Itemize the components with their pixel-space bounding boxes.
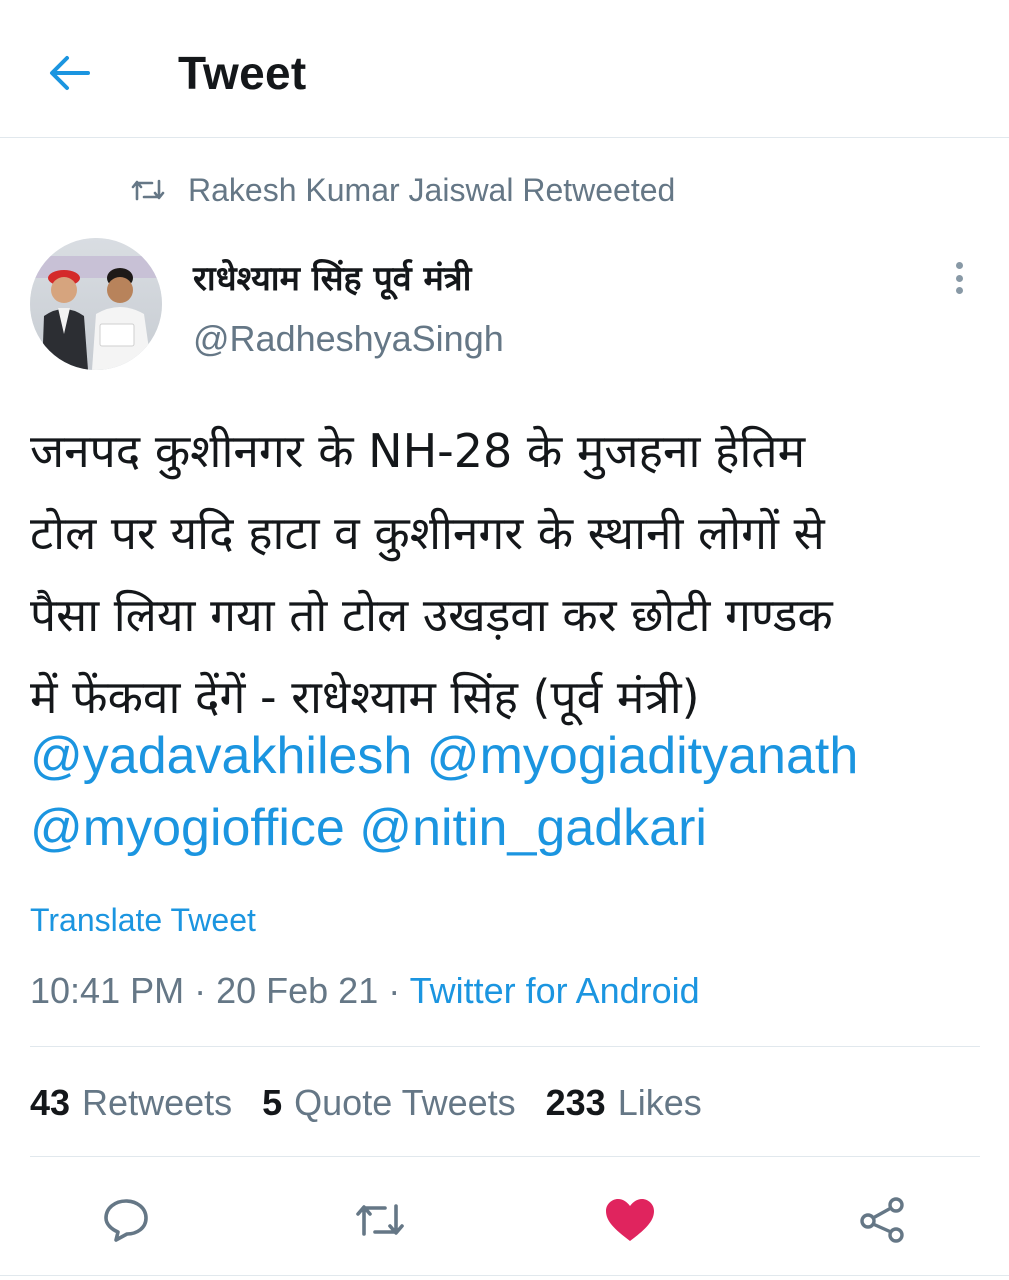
page-title: Tweet [178,47,307,99]
tweet-action-bar [0,1180,1009,1260]
mention-link[interactable]: @yadavakhilesh [30,727,412,785]
meta-separator: · [184,970,217,1011]
avatar[interactable] [30,238,162,370]
quote-tweets-label: Quote Tweets [294,1082,516,1123]
retweeted-by[interactable]: Rakesh Kumar Jaiswal Retweeted [130,170,675,210]
tweet-text-line: पैसा लिया गया तो टोल उखड़वा कर छोटी गण्ड… [30,588,833,642]
top-app-bar: Tweet [0,0,1009,138]
heart-icon [606,1199,654,1241]
tweet-text-line: जनपद कुशीनगर के NH-28 के मुजहना हेतिम [30,424,806,478]
retweeted-by-text: Rakesh Kumar Jaiswal Retweeted [188,171,676,208]
author-name[interactable]: राधेश्याम सिंह पूर्व मंत्री [193,254,471,300]
tweet-text-line: टोल पर यदि हाटा व कुशीनगर के स्थानी लोगो… [30,506,825,560]
retweet-button[interactable] [350,1190,410,1250]
retweets-count: 43 [30,1082,71,1123]
more-vertical-icon [955,262,963,269]
likes-stat[interactable]: 233 Likes [546,1082,702,1124]
translate-tweet-link[interactable]: Translate Tweet [30,902,256,939]
like-button[interactable] [600,1190,660,1250]
more-vertical-icon-dot [955,287,963,294]
tweet-mentions: @yadavakhilesh @myogiadityanath @myogiof… [30,720,980,864]
avatar-photo [30,238,162,370]
tweet-meta: 10:41 PM · 20 Feb 21 · Twitter for Andro… [30,970,700,1012]
retweets-label: Retweets [82,1082,233,1123]
likes-label: Likes [617,1082,702,1123]
retweets-stat[interactable]: 43 Retweets [30,1082,232,1124]
quote-tweets-count: 5 [262,1082,283,1123]
share-button[interactable] [852,1190,912,1250]
retweet-icon [131,179,165,201]
more-vertical-icon-dot [955,274,963,282]
tweet-text: जनपद कुशीनगर के NH-28 के मुजहना हेतिम टो… [30,410,980,738]
mention-link[interactable]: @myogioffice [30,799,345,857]
back-button[interactable] [44,50,94,96]
author-handle[interactable]: @RadheshyaSingh [193,318,504,360]
arrow-left-icon [50,56,90,90]
likes-count: 233 [545,1082,606,1123]
quote-tweets-stat[interactable]: 5 Quote Tweets [262,1082,516,1124]
tweet-time: 10:41 PM [30,970,185,1011]
share-icon [860,1197,904,1243]
mention-link[interactable]: @myogiadityanath [427,727,858,785]
divider [0,1275,1009,1276]
divider [30,1156,980,1157]
more-options-button[interactable] [942,258,976,298]
retweet-icon [356,1204,404,1236]
reply-icon [104,1199,148,1242]
mention-link[interactable]: @nitin_gadkari [359,799,707,857]
tweet-stats: 43 Retweets 5 Quote Tweets 233 Likes [30,1082,702,1124]
divider [30,1046,980,1047]
reply-button[interactable] [96,1190,156,1250]
tweet-date: 20 Feb 21 [216,970,379,1011]
tweet-source-link[interactable]: Twitter for Android [410,970,700,1011]
meta-separator: · [378,970,410,1011]
